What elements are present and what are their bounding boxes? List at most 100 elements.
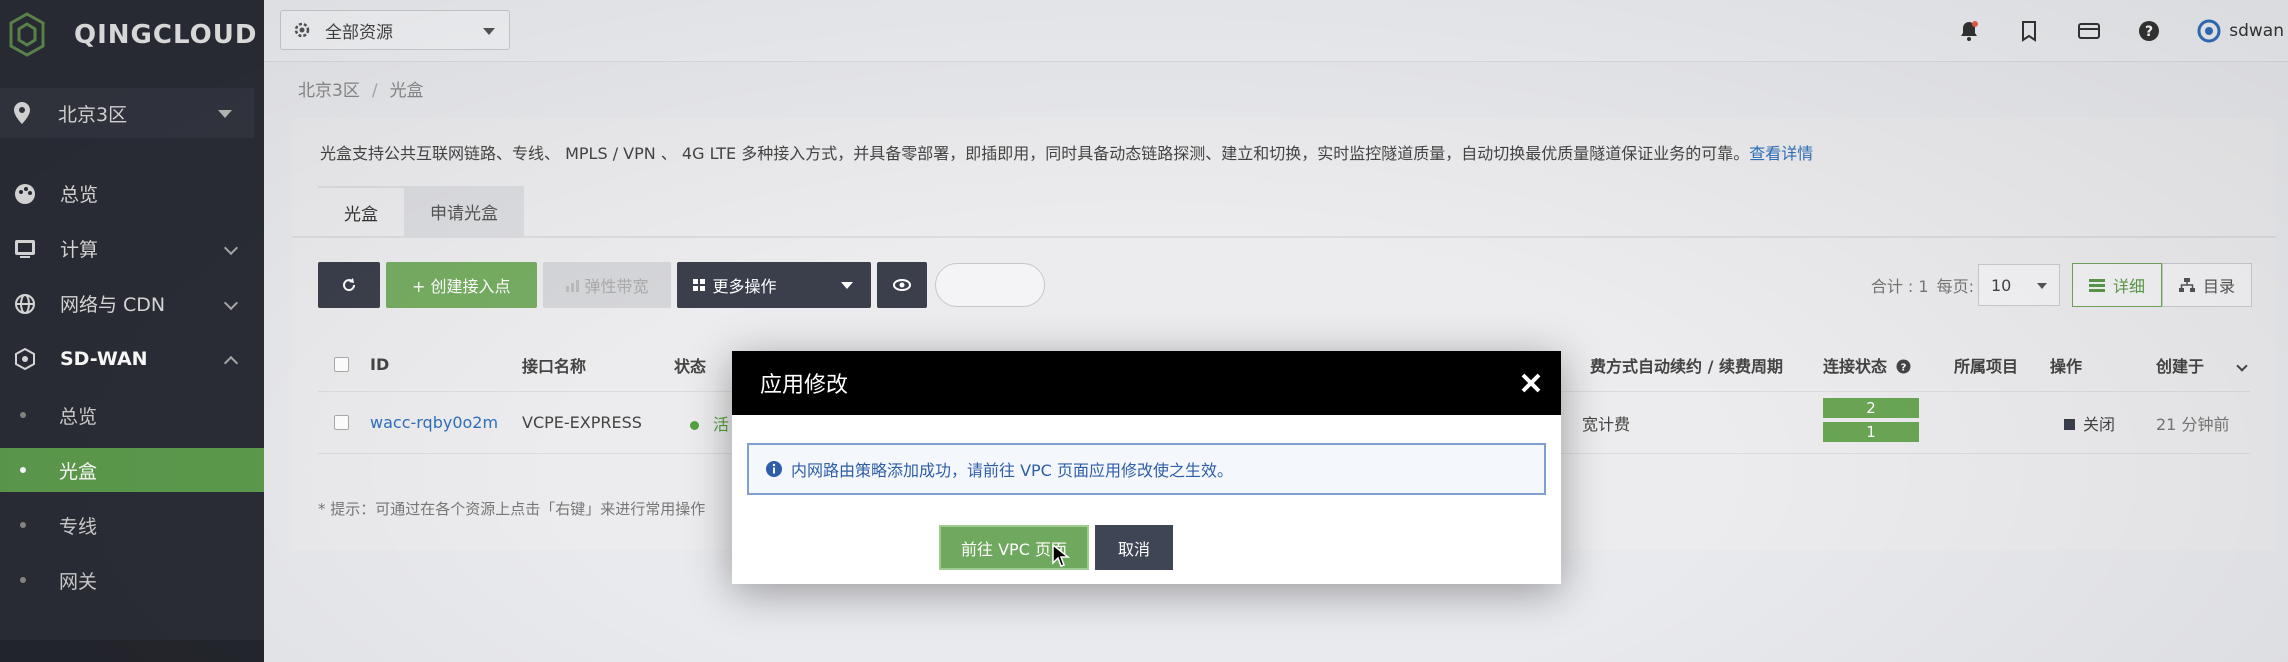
svg-text:?: ?	[1900, 362, 1906, 373]
column-id[interactable]: ID	[370, 355, 389, 374]
sidebar-item-compute[interactable]: 计算	[0, 221, 264, 276]
sidebar-subitem-label: 光盒	[59, 460, 98, 483]
row-close-action[interactable]: 关闭	[2064, 411, 2115, 435]
chevron-down-icon	[218, 110, 232, 118]
column-name[interactable]: 接口名称	[522, 353, 586, 377]
bullet-icon	[20, 522, 26, 528]
location-pin-icon	[14, 102, 30, 124]
sidebar: QINGCLOUD 北京3区 总览 计算 网络与 CDN SD-WAN 总览 光…	[0, 0, 264, 662]
select-all-checkbox[interactable]	[334, 357, 349, 372]
billing-card-icon[interactable]	[2077, 19, 2101, 43]
detail-view-button[interactable]: 详细	[2071, 263, 2162, 307]
row-close-label: 关闭	[2083, 414, 2116, 434]
sidebar-footer	[0, 640, 264, 662]
region-selector[interactable]: 北京3区	[0, 88, 254, 138]
logo[interactable]: QINGCLOUD	[8, 12, 257, 57]
column-project[interactable]: 所属项目	[1954, 353, 2018, 377]
user-avatar-icon	[2197, 19, 2221, 43]
bar-chart-icon	[565, 280, 579, 292]
qingcloud-logo-icon	[9, 12, 45, 57]
sidebar-item-network-cdn[interactable]: 网络与 CDN	[0, 276, 264, 331]
breadcrumb-current: 光盒	[389, 81, 424, 101]
mouse-cursor-icon	[1052, 544, 1070, 567]
notice-text: 光盒支持公共互联网链路、专线、 MPLS / VPN 、 4G LTE 多种接入…	[320, 144, 1750, 163]
per-page-label: 每页:	[1936, 277, 1974, 296]
globe-icon	[15, 293, 35, 314]
row-checkbox[interactable]	[334, 415, 349, 430]
column-renewal[interactable]: 自动续约 / 续费周期	[1638, 353, 1783, 377]
elastic-bandwidth-button[interactable]: 弹性带宽	[542, 262, 671, 308]
bullet-icon	[20, 412, 26, 418]
more-actions-dropdown[interactable]: 更多操作	[676, 262, 871, 308]
resource-select[interactable]: 全部资源	[280, 10, 510, 50]
detail-view-label: 详细	[2112, 277, 2145, 296]
chevron-down-icon	[483, 28, 495, 35]
toolbar: + 创建接入点 弹性带宽 更多操作	[318, 262, 1045, 308]
chevron-down-icon[interactable]	[2236, 360, 2248, 372]
notice-details-link[interactable]: 查看详情	[1749, 144, 1813, 163]
breadcrumb-region[interactable]: 北京3区	[298, 81, 360, 101]
bullet-icon	[20, 577, 26, 583]
create-access-point-button[interactable]: + 创建接入点	[386, 262, 537, 308]
column-created[interactable]: 创建于	[2156, 353, 2204, 377]
tab-lightbox[interactable]: 光盒	[318, 186, 404, 236]
sidebar-item-label: 总览	[60, 184, 99, 206]
sidebar-subitem-gateway[interactable]: 网关	[0, 558, 264, 602]
pagination-tools: 合计 : 1 每页: 10 详细 目录	[1871, 262, 2252, 308]
breadcrumb-separator: /	[371, 81, 378, 101]
chevron-down-icon	[2036, 283, 2047, 289]
more-actions-label: 更多操作	[712, 277, 777, 296]
row-name: VCPE-EXPRESS	[522, 413, 642, 432]
ticket-icon[interactable]	[2017, 19, 2041, 43]
chevron-down-icon	[223, 240, 239, 256]
refresh-button[interactable]	[318, 262, 380, 308]
sidebar-item-label: 计算	[60, 239, 99, 261]
chevron-down-icon	[840, 282, 853, 289]
sidebar-item-overview[interactable]: 总览	[0, 166, 264, 221]
bell-icon[interactable]	[1957, 19, 1981, 43]
sidebar-subitem-overview[interactable]: 总览	[0, 393, 264, 437]
search-input[interactable]	[934, 263, 1045, 307]
connection-down-count: 1	[1823, 422, 1919, 442]
user-menu[interactable]: sdwan	[2197, 19, 2284, 43]
tab-apply-lightbox[interactable]: 申请光盒	[404, 186, 524, 236]
svg-text:?: ?	[2145, 24, 2153, 40]
hexagon-network-icon	[15, 347, 35, 370]
toggle-view-button[interactable]	[876, 262, 927, 308]
connection-status-label: 连接状态	[1823, 356, 1888, 376]
alert-message: 内网路由策略添加成功，请前往 VPC 页面应用修改使之生效。	[791, 461, 1233, 480]
chevron-up-icon	[223, 355, 239, 371]
close-icon[interactable]	[1519, 371, 1543, 395]
help-icon[interactable]: ?	[1896, 359, 1911, 374]
bullet-icon	[20, 467, 26, 473]
row-id-link[interactable]: wacc-rqby0o2m	[370, 413, 498, 432]
column-billing[interactable]: 费方式	[1590, 353, 1638, 377]
cancel-button[interactable]: 取消	[1095, 525, 1173, 570]
catalog-view-button[interactable]: 目录	[2161, 263, 2252, 307]
sidebar-subitem-dedicated-line[interactable]: 专线	[0, 503, 264, 547]
column-status[interactable]: 状态	[674, 353, 706, 377]
hint-text: * 提示：可通过在各个资源上点击「右键」来进行常用操作	[318, 500, 706, 518]
tab-divider	[292, 236, 2276, 238]
monitor-icon	[15, 239, 35, 258]
info-alert: 内网路由策略添加成功，请前往 VPC 页面应用修改使之生效。	[747, 443, 1546, 495]
sitemap-icon	[2178, 278, 2195, 292]
breadcrumb: 北京3区 / 光盒	[298, 76, 424, 101]
per-page-value: 10	[1990, 275, 2012, 295]
sidebar-subitem-label: 专线	[59, 515, 98, 538]
dialog-title: 应用修改	[760, 373, 849, 398]
help-icon[interactable]: ?	[2137, 19, 2161, 43]
sidebar-subitem-label: 总览	[59, 405, 98, 428]
resource-select-value: 全部资源	[325, 22, 393, 43]
brand-name: QINGCLOUD	[74, 19, 258, 50]
sidebar-subitem-label: 网关	[59, 570, 98, 593]
per-page-select[interactable]: 10	[1977, 264, 2060, 306]
column-connection-status[interactable]: 连接状态 ?	[1823, 353, 1911, 377]
sidebar-item-sdwan[interactable]: SD-WAN	[0, 331, 264, 386]
palette-icon	[15, 183, 35, 204]
sidebar-subitem-lightbox[interactable]: 光盒	[0, 448, 264, 492]
catalog-view-label: 目录	[2202, 277, 2235, 296]
tabs: 光盒 申请光盒	[318, 186, 524, 236]
chevron-down-icon	[223, 295, 239, 311]
list-icon	[2088, 279, 2105, 292]
